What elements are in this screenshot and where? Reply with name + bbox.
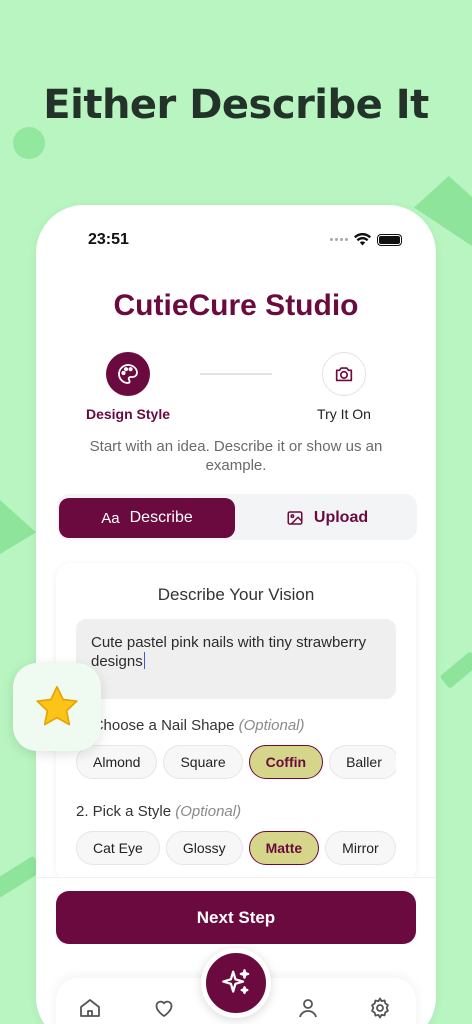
step-label: Design Style — [85, 406, 171, 422]
profile-icon[interactable] — [296, 996, 320, 1020]
tab-describe[interactable]: Aa Describe — [59, 498, 235, 538]
signal-icon — [330, 238, 348, 241]
style-chip-cat-eye[interactable]: Cat Eye — [76, 831, 160, 865]
card-title: Describe Your Vision — [157, 585, 315, 604]
app-title: CutieCure Studio — [113, 289, 359, 322]
palette-icon — [106, 352, 150, 396]
image-icon — [287, 511, 303, 525]
style-chip-glossy[interactable]: Glossy — [165, 831, 243, 865]
text-caret — [143, 652, 145, 669]
decorative-triangle — [0, 500, 36, 554]
promo-headline: Either Describe It — [43, 82, 429, 128]
nail-shape-label: 1. Choose a Nail Shape (Optional) — [76, 717, 305, 734]
style-options: Cat Eye Glossy Matte Mirror — [76, 831, 396, 867]
vision-text-input[interactable]: Cute pastel pink nails with tiny strawbe… — [76, 619, 396, 699]
input-mode-toggle: Aa Describe Upload — [57, 494, 417, 540]
heart-icon[interactable] — [152, 996, 176, 1020]
tab-describe-label: Describe — [129, 509, 193, 526]
phone-frame: 23:51 CutieCure Studio Design Style Try … — [36, 205, 436, 1024]
shape-chip-almond[interactable]: Almond — [76, 745, 158, 779]
style-chip-matte[interactable]: Matte — [248, 831, 320, 865]
decorative-circle — [13, 127, 45, 159]
wifi-icon — [354, 233, 371, 246]
step-connector — [200, 373, 272, 375]
camera-icon — [322, 352, 366, 396]
battery-icon — [377, 233, 402, 246]
star-icon — [36, 685, 78, 726]
instruction-text: Start with an idea. Describe it or show … — [89, 438, 383, 474]
tab-upload-label: Upload — [313, 509, 369, 526]
vision-card: Describe Your Vision Cute pastel pink na… — [56, 563, 416, 883]
status-icons — [330, 233, 402, 246]
step-try-it-on[interactable]: Try It On — [284, 352, 404, 422]
optional-tag: (Optional) — [175, 803, 242, 820]
nail-shape-options: Almond Square Coffin Baller — [76, 745, 396, 781]
decorative-bar — [439, 651, 472, 689]
status-bar: 23:51 — [36, 231, 436, 251]
step-label: Try It On — [317, 406, 371, 422]
sparkles-icon — [222, 969, 250, 995]
shape-chip-coffin[interactable]: Coffin — [248, 745, 324, 779]
sparkles-button[interactable] — [201, 948, 271, 1018]
home-icon[interactable] — [78, 996, 102, 1020]
shape-chip-ballerina[interactable]: Baller — [329, 745, 396, 779]
style-chip-mirror[interactable]: Mirror — [325, 831, 396, 865]
tab-upload[interactable]: Upload — [239, 498, 415, 538]
shape-chip-square[interactable]: Square — [163, 745, 243, 779]
text-icon: Aa — [101, 509, 120, 527]
status-time: 23:51 — [88, 231, 129, 248]
step-design-style[interactable]: Design Style — [68, 352, 188, 422]
next-step-button[interactable]: Next Step — [56, 891, 416, 944]
star-badge — [13, 663, 101, 751]
optional-tag: (Optional) — [238, 717, 305, 734]
settings-icon[interactable] — [368, 996, 392, 1020]
vision-text-value: Cute pastel pink nails with tiny strawbe… — [91, 634, 367, 670]
style-label: 2. Pick a Style (Optional) — [76, 803, 242, 820]
